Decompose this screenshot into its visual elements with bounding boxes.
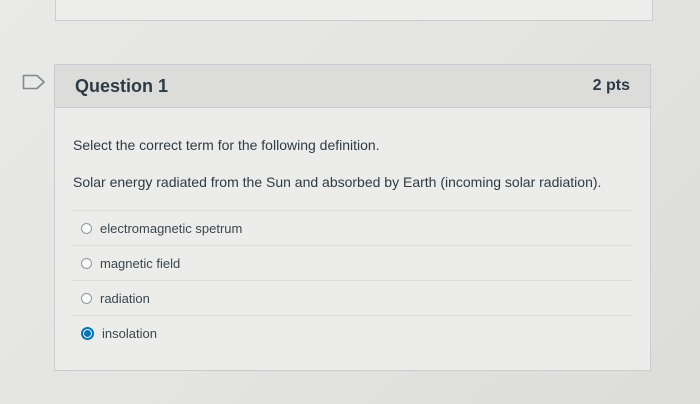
answer-label[interactable]: insolation bbox=[102, 326, 157, 341]
previous-question-card bbox=[55, 0, 653, 21]
question-points: 2 pts bbox=[592, 77, 630, 94]
radio-button-icon[interactable] bbox=[81, 257, 92, 269]
answer-label[interactable]: magnetic field bbox=[100, 256, 180, 271]
answer-list: electromagnetic spetrum magnetic field r… bbox=[73, 210, 632, 350]
answer-option-electromagnetic-spetrum[interactable]: electromagnetic spetrum bbox=[73, 210, 632, 245]
answer-option-insolation[interactable]: insolation bbox=[73, 315, 632, 350]
radio-button-icon[interactable] bbox=[81, 292, 92, 304]
question-header: Question 1 2 pts bbox=[55, 65, 650, 108]
question-definition: Solar energy radiated from the Sun and a… bbox=[73, 174, 602, 190]
answer-option-radiation[interactable]: radiation bbox=[73, 280, 632, 315]
question-title: Question 1 bbox=[75, 75, 169, 96]
flag-question-icon[interactable] bbox=[22, 74, 46, 90]
answer-label[interactable]: electromagnetic spetrum bbox=[100, 221, 242, 236]
radio-button-icon[interactable] bbox=[81, 222, 92, 234]
radio-button-selected-icon[interactable] bbox=[81, 326, 94, 340]
answer-option-magnetic-field[interactable]: magnetic field bbox=[73, 245, 632, 280]
question-prompt: Select the correct term for the followin… bbox=[73, 137, 380, 153]
answer-label[interactable]: radiation bbox=[100, 291, 150, 306]
question-body: Select the correct term for the followin… bbox=[55, 108, 650, 350]
question-card: Question 1 2 pts Select the correct term… bbox=[54, 64, 651, 371]
